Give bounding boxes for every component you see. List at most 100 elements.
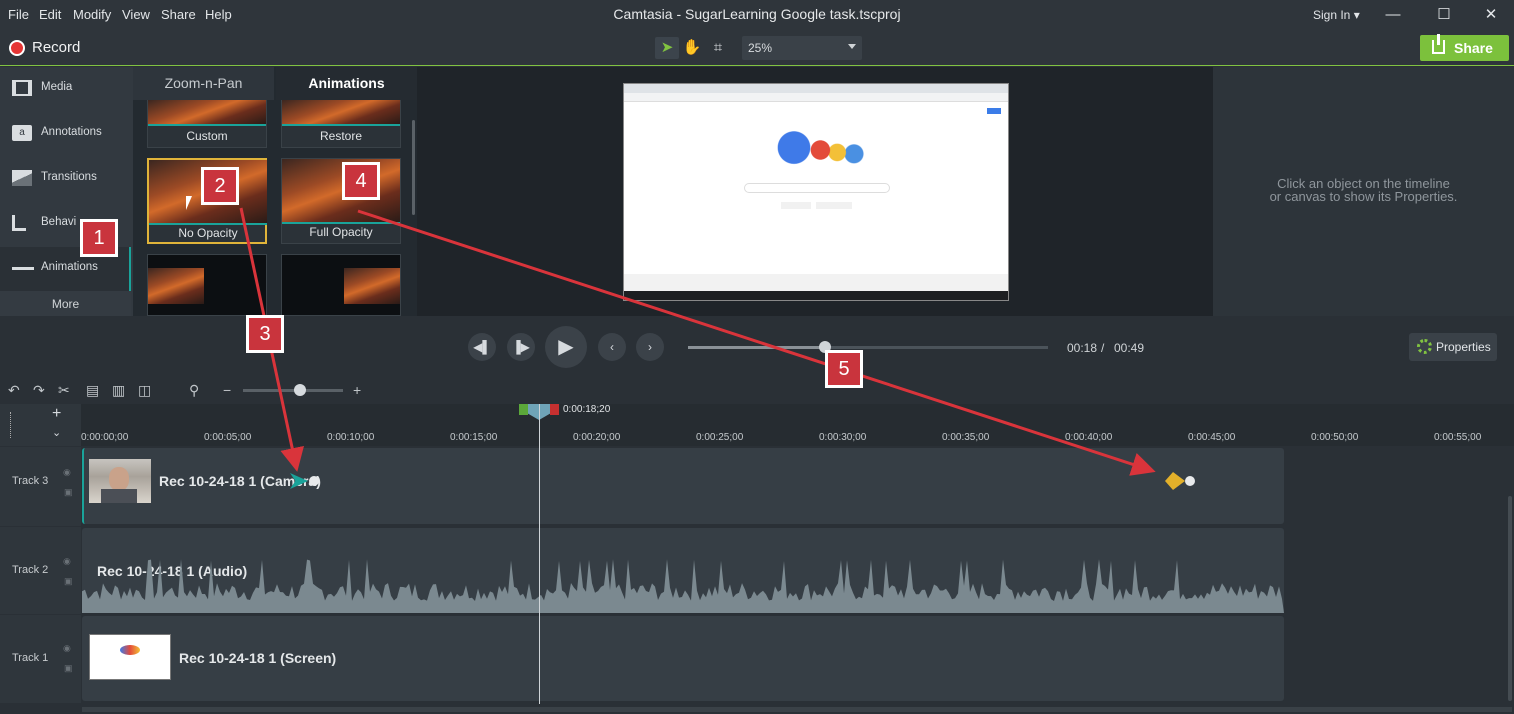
lock-icon[interactable]: ▣ [64,663,73,674]
track-header-2[interactable]: Track 2 [0,527,81,614]
animation-thumb-5[interactable] [147,254,267,316]
play-button[interactable]: ▶ [545,326,587,368]
undo-icon[interactable]: ↶ [8,382,20,399]
properties-button[interactable]: Properties [1409,333,1497,361]
timeline-horizontal-scrollbar[interactable] [82,707,1512,712]
sidebar-item-label: Transitions [41,171,97,183]
thumbnail-image [148,268,204,304]
share-icon [1432,34,1445,54]
windows-taskbar [624,291,1008,300]
menu-edit[interactable]: Edit [39,7,61,22]
add-track-icon[interactable]: + [52,405,61,423]
annotation-icon: a [12,125,32,141]
zoom-out-icon[interactable]: − [223,382,231,398]
step-back-icon[interactable]: ◀▌ [468,333,496,361]
clip-title: Rec 10-24-18 1 (Screen) [179,650,337,666]
track-header-1[interactable]: Track 1 [0,615,81,703]
sign-in-button[interactable]: Sign In ▾ [1313,8,1360,22]
tab-zoom-n-pan[interactable]: Zoom-n-Pan [133,67,274,100]
previous-icon[interactable]: ‹ [598,333,626,361]
tools-sidebar: Media a Annotations Transitions Behavi A… [0,67,133,316]
zoom-search-icon[interactable]: ⚲ [189,382,199,399]
callout-3: 3 [246,315,284,353]
eye-icon[interactable]: ◉ [63,643,71,654]
presenter-face [109,467,129,491]
ruler-tick-label: 0:00:20;00 [573,432,621,443]
sidebar-item-media[interactable]: Media [0,67,131,111]
menu-modify[interactable]: Modify [73,7,111,22]
crop-icon[interactable]: ⌗ [706,37,730,59]
google-doodle [758,126,878,174]
page-footer [624,274,1008,291]
panel-scrollbar[interactable] [412,120,415,215]
track-height-icon[interactable] [10,412,14,438]
sidebar-item-annotations[interactable]: a Annotations [0,112,131,156]
animation-thumb-full-opacity[interactable]: Full Opacity [281,158,401,244]
thumbnail-image [282,100,400,124]
presenter-shirt [101,489,137,503]
timeline-vertical-scrollbar[interactable] [1508,496,1512,701]
menu-view[interactable]: View [122,7,150,22]
share-button[interactable]: Share [1420,34,1509,61]
thumb-label: No Opacity [178,226,238,240]
chevron-down-icon[interactable]: ⌄ [52,426,61,439]
properties-label: Properties [1436,340,1491,354]
mouse-cursor-icon [186,196,192,210]
menu-help[interactable]: Help [205,7,232,22]
selection-out-handle[interactable] [550,404,559,415]
ruler-tick-label: 0:00:55;00 [1434,432,1482,443]
paste-icon[interactable]: ▥ [112,382,125,399]
ruler-controls: + ⌄ [0,404,81,446]
properties-hint-line2: or canvas to show its Properties. [1269,189,1458,204]
zoom-slider-handle[interactable] [294,384,306,396]
selection-in-handle[interactable] [519,404,528,415]
minimize-icon[interactable]: — [1376,4,1410,26]
step-forward-icon[interactable]: ▐▶ [507,333,535,361]
select-tool-icon[interactable]: ➤ [655,37,679,59]
next-icon[interactable]: › [636,333,664,361]
more-button[interactable]: More [0,291,131,316]
pan-hand-icon[interactable]: ✋ [680,37,704,59]
record-button[interactable]: Record [32,39,80,56]
animation-thumb-6[interactable] [281,254,401,316]
zoom-slider[interactable] [243,389,343,392]
ruler-tick-label: 0:00:25;00 [696,432,744,443]
lock-icon[interactable]: ▣ [64,487,73,498]
thumb-label: Restore [319,129,363,143]
screen-preview[interactable] [623,83,1009,301]
search-box [744,183,890,193]
split-icon[interactable]: ◫ [138,382,151,399]
animation-icon [12,267,34,270]
sidebar-item-label: Media [41,81,73,93]
menu-file[interactable]: File [8,7,29,22]
eye-icon[interactable]: ◉ [63,556,71,567]
sidebar-item-label: Behavi [41,216,77,228]
tab-animations[interactable]: Animations [276,67,417,100]
sidebar-item-transitions[interactable]: Transitions [0,157,131,201]
animation-thumb-custom[interactable]: Custom [147,100,267,148]
animation-thumb-restore[interactable]: Restore [281,100,401,148]
cut-icon[interactable]: ✂ [58,382,70,399]
track-label: Track 1 [12,652,49,664]
animation-end-handle[interactable] [1185,476,1195,486]
thumbnail-image [148,100,266,124]
close-icon[interactable]: ✕ [1474,4,1508,26]
maximize-icon[interactable]: ☐ [1427,4,1461,26]
timeline-ruler[interactable] [81,404,1514,446]
zoom-dropdown[interactable]: 25% [742,36,862,60]
eye-icon[interactable]: ◉ [63,467,71,478]
current-time: 00:18 [1067,341,1098,355]
total-time: 00:49 [1114,341,1145,355]
zoom-in-icon[interactable]: + [353,382,361,398]
record-icon[interactable] [9,40,25,56]
ruler-tick-label: 0:00:35;00 [942,432,990,443]
lock-icon[interactable]: ▣ [64,576,73,587]
menu-share[interactable]: Share [161,7,196,22]
copy-icon[interactable]: ▤ [86,382,99,399]
ruler-tick-label: 0:00:30;00 [819,432,867,443]
redo-icon[interactable]: ↷ [33,382,45,399]
properties-panel: Click an object on the timeline or canva… [1213,67,1514,316]
ruler-tick-label: 0:00:00;00 [81,432,129,443]
callout-4: 4 [342,162,380,200]
animation-end-handle[interactable] [309,476,319,486]
